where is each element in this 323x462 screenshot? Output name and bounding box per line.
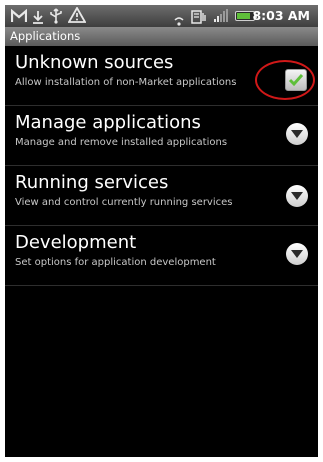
setting-title: Manage applications xyxy=(15,112,201,133)
setting-summary: Manage and remove installed applications xyxy=(15,137,228,148)
setting-development[interactable]: Development Set options for application … xyxy=(5,226,318,286)
setting-manage-applications[interactable]: Manage applications Manage and remove in… xyxy=(5,106,318,166)
warning-icon xyxy=(67,6,87,27)
setting-unknown-sources[interactable]: Unknown sources Allow installation of no… xyxy=(5,46,318,106)
setting-title: Development xyxy=(15,232,137,253)
status-bar: 8:03 AM xyxy=(5,5,318,27)
chevron-down-icon[interactable] xyxy=(286,185,308,207)
settings-list: Unknown sources Allow installation of no… xyxy=(5,46,318,286)
status-time: 8:03 AM xyxy=(252,8,310,23)
setting-summary: Allow installation of non-Market applica… xyxy=(15,77,237,88)
data-icon xyxy=(191,9,207,28)
download-icon xyxy=(32,9,44,28)
setting-title: Unknown sources xyxy=(15,52,174,73)
setting-summary: Set options for application development xyxy=(15,257,216,268)
setting-summary: View and control currently running servi… xyxy=(15,197,233,208)
unknown-sources-checkbox[interactable] xyxy=(285,69,307,91)
phone-screen: 8:03 AM Applications Unknown sources All… xyxy=(5,5,318,457)
setting-title: Running services xyxy=(15,172,169,193)
chevron-down-icon[interactable] xyxy=(286,243,308,265)
gmail-icon xyxy=(10,8,28,27)
checkmark-icon xyxy=(288,74,304,87)
page-title: Applications xyxy=(5,27,318,46)
usb-icon xyxy=(49,7,63,28)
chevron-down-icon[interactable] xyxy=(286,123,308,145)
battery-level xyxy=(237,13,250,19)
signal-icon xyxy=(213,8,229,27)
setting-running-services[interactable]: Running services View and control curren… xyxy=(5,166,318,226)
